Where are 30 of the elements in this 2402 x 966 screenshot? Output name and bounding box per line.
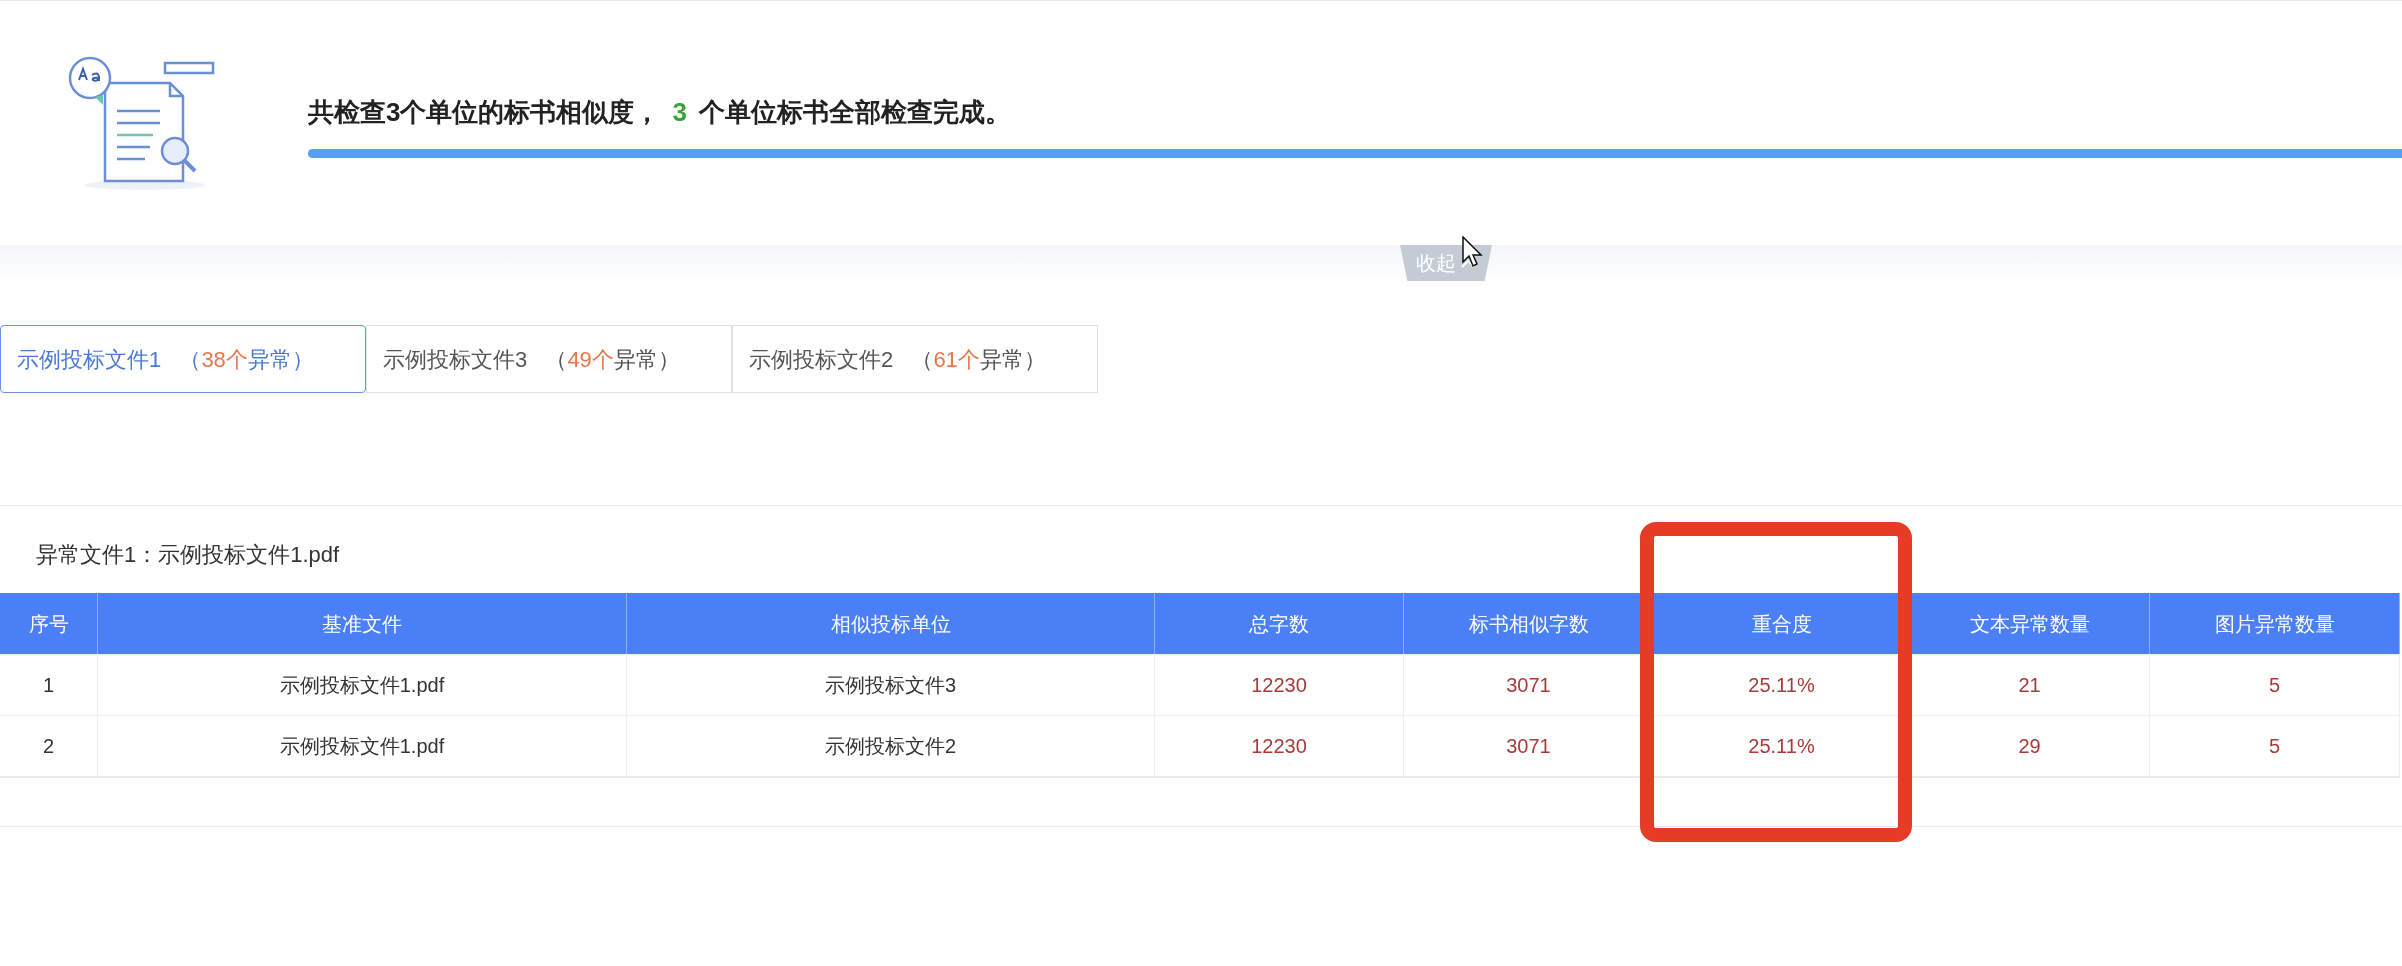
column-header: 图片异常数量	[2150, 593, 2400, 654]
table-cell: 示例投标文件1.pdf	[98, 716, 627, 776]
column-header: 重合度	[1654, 593, 1910, 654]
table-cell: 2	[0, 716, 98, 776]
table-cell: 5	[2150, 655, 2400, 715]
table-cell: 示例投标文件2	[627, 716, 1155, 776]
column-header: 序号	[0, 593, 98, 654]
table-cell: 3071	[1404, 716, 1654, 776]
column-header: 文本异常数量	[1910, 593, 2150, 654]
summary-text: 共检查3个单位的标书相似度， 3 个单位标书全部检查完成。	[308, 96, 1012, 129]
table-cell: 示例投标文件3	[627, 655, 1155, 715]
column-header: 标书相似字数	[1404, 593, 1654, 654]
table-cell: 1	[0, 655, 98, 715]
table-cell: 25.11%	[1654, 716, 1910, 776]
file-tab[interactable]: 示例投标文件1 （38个异常）	[0, 325, 366, 393]
file-tab[interactable]: 示例投标文件3 （49个异常）	[366, 325, 732, 393]
table-cell: 29	[1910, 716, 2150, 776]
column-header: 相似投标单位	[627, 593, 1155, 654]
table-cell: 示例投标文件1.pdf	[98, 655, 627, 715]
table-cell: 3071	[1404, 655, 1654, 715]
mouse-cursor-icon	[1462, 236, 1484, 268]
column-header: 总字数	[1155, 593, 1404, 654]
column-header: 基准文件	[98, 593, 627, 654]
table-cell: 21	[1910, 655, 2150, 715]
table-cell: 5	[2150, 716, 2400, 776]
table-cell: 25.11%	[1654, 655, 1910, 715]
table-cell: 12230	[1155, 716, 1404, 776]
file-tab[interactable]: 示例投标文件2 （61个异常）	[732, 325, 1098, 393]
section-title: 异常文件1：示例投标文件1.pdf	[36, 541, 340, 569]
table-cell: 12230	[1155, 655, 1404, 715]
